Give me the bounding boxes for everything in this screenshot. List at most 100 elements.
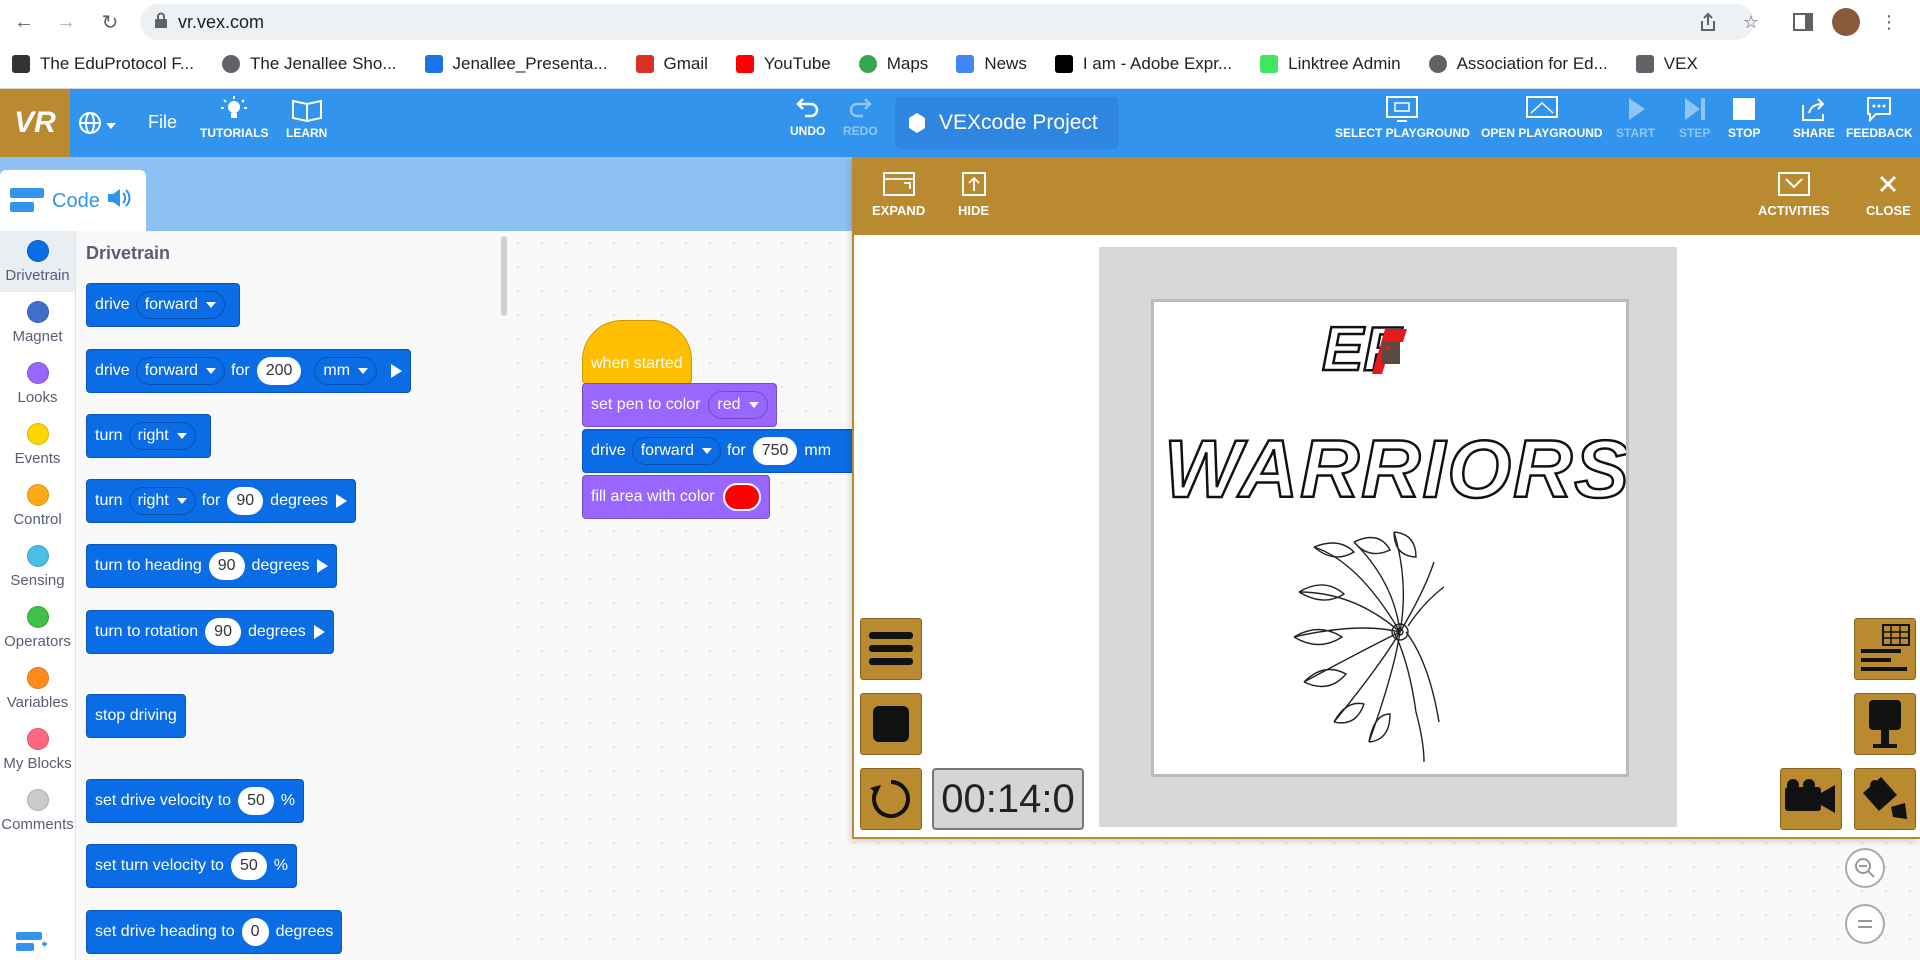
pen-color-dropdown[interactable]: red [708,391,768,419]
direction-dropdown[interactable]: right [128,422,196,450]
run-block-icon[interactable] [336,494,347,508]
bookmark-item[interactable]: VEX [1635,54,1698,74]
menu-button[interactable] [860,618,922,680]
block-fill-area[interactable]: fill area with color [582,475,770,519]
unit-dropdown[interactable]: mm [314,357,378,385]
extensions-icon[interactable] [14,928,48,959]
run-block-icon[interactable] [313,625,325,639]
learn-button[interactable]: LEARN [286,95,327,140]
project-name-field[interactable]: VEXcode Project [895,97,1119,149]
folder-icon [1635,55,1654,73]
bookmark-item[interactable]: The Jenallee Sho... [222,54,397,74]
side-panel-icon[interactable] [1790,9,1816,35]
block-set-pen-color[interactable]: set pen to color red [582,383,777,427]
block-drive[interactable]: drive forward [86,283,241,327]
share-button[interactable]: SHARE [1793,95,1835,140]
block-turn-to-rotation[interactable]: turn to rotation 90 degrees [86,610,334,654]
data-panel-button[interactable] [1854,618,1916,680]
bookmark-item[interactable]: Linktree Admin [1260,54,1401,74]
angle-input[interactable]: 90 [227,487,264,515]
block-when-started[interactable]: when started [582,320,692,384]
category-sensing[interactable]: Sensing [0,536,75,597]
category-variables[interactable]: Variables [0,658,75,719]
back-arrow-icon[interactable]: ← [10,8,38,36]
bookmark-item[interactable]: Gmail [635,54,708,74]
velocity-input[interactable]: 50 [230,852,267,880]
expand-button[interactable]: EXPAND [872,171,925,218]
step-button[interactable]: STEP [1679,95,1710,140]
stop-button[interactable]: STOP [1728,95,1760,140]
bookmark-item[interactable]: News [956,54,1027,74]
bookmark-item[interactable]: Association for Ed... [1428,54,1608,74]
block-turn[interactable]: turn right [86,414,211,458]
top-camera-button[interactable] [1780,768,1842,830]
bookmark-star-icon[interactable]: ☆ [1738,9,1764,35]
close-button[interactable]: CLOSE [1866,171,1911,218]
profile-avatar[interactable] [1832,8,1860,36]
tab-code[interactable]: Code [0,170,146,232]
direction-dropdown[interactable]: right [128,487,196,515]
forward-arrow-icon[interactable]: → [52,8,80,36]
fill-color-swatch[interactable] [722,483,761,511]
reload-icon[interactable]: ↻ [96,8,124,36]
category-operators[interactable]: Operators [0,597,75,658]
distance-input[interactable]: 200 [256,357,302,385]
zoom-out-button[interactable] [1845,848,1885,888]
category-events[interactable]: Events [0,414,75,475]
timer-display: 00:14:0 [932,768,1084,830]
bookmark-item[interactable]: Jenallee_Presenta... [424,54,608,74]
reset-button[interactable] [860,768,922,830]
undo-button[interactable]: UNDO [790,95,825,138]
heading-input[interactable]: 90 [208,552,245,580]
activities-button[interactable]: ACTIVITIES [1758,171,1830,218]
palette-scrollbar[interactable] [501,236,507,316]
block-set-drive-velocity[interactable]: set drive velocity to 50 % [86,779,305,823]
block-set-drive-heading[interactable]: set drive heading to 0 degrees [86,910,343,954]
share-page-icon[interactable] [1695,9,1721,35]
redo-button[interactable]: REDO [843,95,878,138]
book-icon [291,99,322,123]
bookmark-item[interactable]: YouTube [735,54,831,74]
zoom-reset-button[interactable] [1845,904,1885,944]
bookmark-item[interactable]: I am - Adobe Expr... [1054,54,1232,74]
block-drive-for[interactable]: drive forward for 200 mm [86,349,412,393]
block-drive-for[interactable]: drive forward for 750 mm [582,429,852,473]
category-looks[interactable]: Looks [0,353,75,414]
category-my-blocks[interactable]: My Blocks [0,719,75,780]
category-magnet[interactable]: Magnet [0,292,75,353]
heading-input[interactable]: 0 [241,918,269,946]
block-turn-for[interactable]: turn right for 90 degrees [86,479,356,523]
angle-camera-button[interactable] [1854,768,1916,830]
category-control[interactable]: Control [0,475,75,536]
tutorials-button[interactable]: TUTORIALS [200,95,268,140]
velocity-input[interactable]: 50 [238,787,274,815]
file-menu[interactable]: File [148,112,177,133]
feedback-button[interactable]: FEEDBACK [1846,95,1913,140]
block-stop-driving[interactable]: stop driving [86,694,186,738]
category-comments[interactable]: Comments [0,780,75,841]
bookmark-item[interactable]: Maps [858,54,928,74]
start-button[interactable]: START [1616,95,1655,140]
language-menu[interactable] [78,111,116,140]
select-playground-button[interactable]: SELECT PLAYGROUND [1335,95,1470,140]
rotation-input[interactable]: 90 [205,618,241,646]
hide-button[interactable]: HIDE [958,171,989,218]
playground-window: EXPAND HIDE ACTIVITIES CLOSE EF WARRIORS [852,157,1920,839]
block-turn-to-heading[interactable]: turn to heading 90 degrees [86,544,338,588]
menu-dots-icon[interactable]: ⋮ [1876,9,1902,35]
open-playground-button[interactable]: OPEN PLAYGROUND [1481,95,1603,140]
speaker-icon[interactable] [106,186,132,216]
block-set-turn-velocity[interactable]: set turn velocity to 50 % [86,844,297,888]
direction-dropdown[interactable]: forward [631,437,722,465]
distance-input[interactable]: 750 [752,437,798,465]
run-block-icon[interactable] [391,364,403,378]
category-drivetrain[interactable]: Drivetrain [0,231,75,292]
stop-sim-button[interactable] [860,693,922,755]
direction-dropdown[interactable]: forward [135,357,226,385]
category-label: Operators [4,632,71,650]
bookmark-item[interactable]: The EduProtocol F... [12,54,194,74]
run-block-icon[interactable] [317,559,329,573]
direction-dropdown[interactable]: forward [135,291,226,319]
address-bar[interactable]: vr.vex.com [140,4,1754,40]
robot-camera-button[interactable] [1854,693,1916,755]
